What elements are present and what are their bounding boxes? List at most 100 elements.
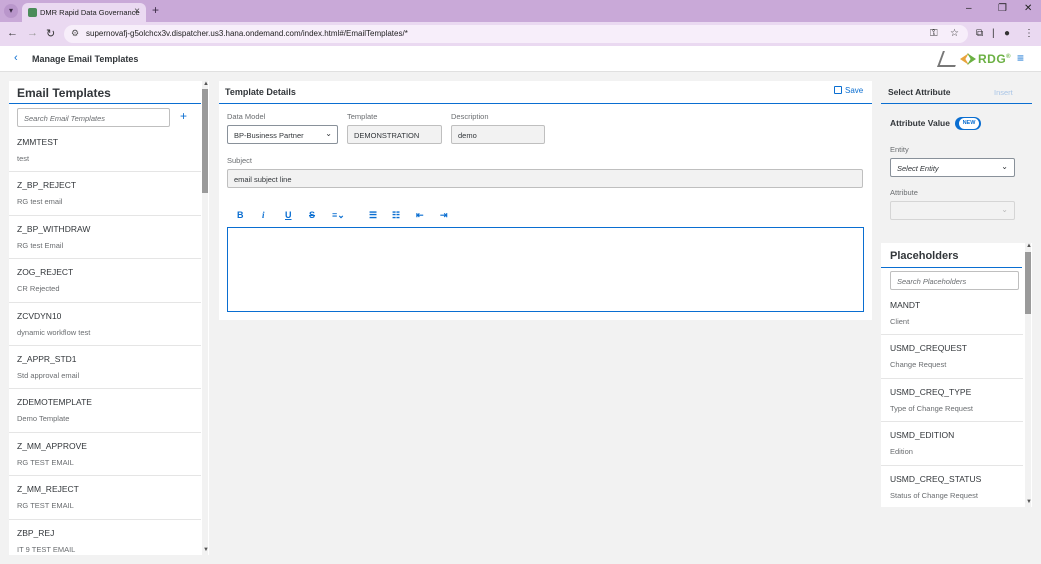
- template-list-item[interactable]: Z_APPR_STD1 Std approval email: [9, 346, 201, 390]
- template-list-item[interactable]: ZMMTEST test: [9, 129, 201, 173]
- template-list-scrollbar[interactable]: [202, 81, 208, 555]
- indent-icon[interactable]: ⇥: [440, 210, 448, 221]
- site-info-icon[interactable]: ⚙: [71, 28, 79, 39]
- template-list-item[interactable]: Z_BP_WITHDRAW RG test Email: [9, 216, 201, 260]
- tab-search-icon[interactable]: ▾: [4, 4, 18, 18]
- data-model-label: Data Model: [227, 112, 266, 121]
- rdg-logo: RDG®: [937, 50, 1014, 68]
- logo-text: RDG®: [978, 52, 1012, 66]
- profile-avatar-icon[interactable]: ●: [1004, 28, 1010, 39]
- underline-icon[interactable]: U: [285, 210, 292, 220]
- text-align-icon[interactable]: ≡⌄: [332, 210, 345, 221]
- favicon-icon: [28, 8, 37, 17]
- browser-menu-icon[interactable]: ⋮: [1024, 28, 1034, 39]
- attribute-value-label: Attribute Value: [890, 118, 950, 128]
- template-list-item-description: RG test Email: [17, 240, 64, 250]
- save-button[interactable]: Save: [834, 86, 863, 95]
- attribute-select[interactable]: ⌄: [890, 201, 1015, 220]
- insert-button[interactable]: Insert: [994, 88, 1013, 97]
- placeholder-list-item-description: Type of Change Request: [890, 403, 973, 413]
- nav-back-icon[interactable]: ‹: [14, 52, 18, 64]
- template-list-item-description: RG TEST EMAIL: [17, 457, 74, 467]
- bold-icon[interactable]: B: [237, 210, 244, 220]
- new-tab-icon[interactable]: +: [152, 3, 159, 17]
- minimize-icon[interactable]: –: [966, 3, 972, 14]
- search-placeholders-input[interactable]: Search Placeholders: [890, 271, 1019, 290]
- template-list-item-description: IT 9 TEST EMAIL: [17, 544, 76, 554]
- scrollbar-thumb[interactable]: [1025, 252, 1031, 314]
- placeholder-list-item-description: Edition: [890, 447, 913, 457]
- template-list-item-name: Z_APPR_STD1: [17, 353, 77, 364]
- bullet-list-icon[interactable]: ☰: [369, 210, 377, 221]
- template-list-item-description: RG test email: [17, 197, 63, 207]
- template-label: Template: [347, 112, 378, 121]
- template-list-item-name: Z_BP_REJECT: [17, 180, 77, 191]
- tab-close-icon[interactable]: ×: [134, 6, 140, 17]
- entity-select[interactable]: Select Entity ⌄: [890, 158, 1015, 177]
- maximize-icon[interactable]: ❐: [998, 3, 1007, 14]
- placeholder-list-item[interactable]: USMD_CREQUEST Change Request: [881, 335, 1023, 379]
- scrollbar-thumb[interactable]: [202, 89, 208, 193]
- placeholder-list-item[interactable]: MANDT Client: [881, 292, 1023, 336]
- attribute-value-toggle[interactable]: NEW: [955, 117, 981, 130]
- numbered-list-icon[interactable]: ☷: [392, 210, 400, 221]
- entity-label: Entity: [890, 145, 909, 154]
- strikethrough-icon[interactable]: S: [309, 210, 315, 220]
- details-title-underline: [219, 103, 872, 104]
- search-templates-input[interactable]: Search Email Templates: [17, 108, 170, 127]
- email-templates-panel: Email Templates Search Email Templates +…: [9, 81, 209, 555]
- template-list-item[interactable]: ZCVDYN10 dynamic workflow test: [9, 303, 201, 346]
- template-list-item-name: Z_MM_APPROVE: [17, 440, 87, 451]
- back-icon[interactable]: ←: [7, 27, 18, 39]
- template-list: ZMMTEST test Z_BP_REJECT RG test email Z_BP_…: [9, 129, 201, 555]
- template-list-item[interactable]: ZDEMOTEMPLATE Demo Template: [9, 389, 201, 433]
- placeholders-panel: Placeholders Search Placeholders MANDT Cl…: [881, 243, 1032, 507]
- template-list-item-name: Z_BP_WITHDRAW: [17, 223, 91, 234]
- template-list-item-name: Z_MM_REJECT: [17, 484, 79, 495]
- subject-label: Subject: [227, 156, 253, 165]
- details-title: Template Details: [225, 87, 296, 97]
- window-close-icon[interactable]: ✕: [1024, 3, 1032, 14]
- reload-icon[interactable]: ↻: [46, 27, 55, 40]
- subject-field[interactable]: email subject line: [227, 169, 863, 188]
- scroll-down-icon[interactable]: ▼: [1026, 499, 1032, 505]
- email-body-editor[interactable]: [227, 227, 864, 312]
- data-model-select[interactable]: BP-Business Partner ⌄: [227, 125, 338, 144]
- scroll-down-icon[interactable]: ▼: [203, 547, 209, 553]
- scroll-up-icon[interactable]: ▲: [203, 81, 209, 87]
- placeholder-list-item[interactable]: USMD_CREQ_STATUS Status of Change Request: [881, 466, 1023, 507]
- placeholder-list-item-description: Change Request: [890, 360, 947, 370]
- template-list-item-description: CR Rejected: [17, 284, 60, 294]
- browser-tab-bar: ▾ DMR Rapid Data Governance × + – ❐ ✕: [0, 0, 1041, 22]
- scroll-up-icon[interactable]: ▲: [1026, 243, 1032, 249]
- address-bar[interactable]: ⚙ supernovafj-g5olchcx3v.dispatcher.us3.…: [64, 25, 968, 43]
- template-list-item[interactable]: Z_MM_APPROVE RG TEST EMAIL: [9, 433, 201, 477]
- tab-title: DMR Rapid Data Governance: [40, 8, 140, 17]
- bookmark-star-icon[interactable]: ☆: [950, 28, 959, 39]
- placeholders-title: Placeholders: [890, 250, 959, 262]
- placeholder-list-scrollbar[interactable]: [1025, 243, 1031, 507]
- description-label: Description: [451, 112, 489, 121]
- hamburger-menu-icon[interactable]: ≡: [1017, 51, 1024, 65]
- template-field[interactable]: DEMONSTRATION: [347, 125, 442, 144]
- template-list-item[interactable]: ZBP_REJ IT 9 TEST EMAIL: [9, 520, 201, 555]
- placeholder-list-item[interactable]: USMD_CREQ_TYPE Type of Change Request: [881, 379, 1023, 423]
- description-field[interactable]: demo: [451, 125, 545, 144]
- placeholder-list-item-name: MANDT: [890, 300, 921, 310]
- template-list-item[interactable]: Z_BP_REJECT RG test email: [9, 172, 201, 216]
- template-list-item-description: dynamic workflow test: [17, 327, 91, 337]
- placeholder-list-item[interactable]: USMD_EDITION Edition: [881, 422, 1023, 466]
- italic-icon[interactable]: i: [262, 210, 265, 220]
- template-list-item[interactable]: ZOG_REJECT CR Rejected: [9, 259, 201, 303]
- forward-icon[interactable]: →: [27, 27, 38, 39]
- password-key-icon[interactable]: ⚿: [930, 28, 938, 39]
- browser-tab[interactable]: DMR Rapid Data Governance ×: [22, 3, 146, 22]
- add-template-button[interactable]: +: [180, 109, 187, 123]
- outdent-icon[interactable]: ⇤: [416, 210, 424, 221]
- template-list-item-name: ZOG_REJECT: [17, 267, 74, 278]
- template-list-item-name: ZCVDYN10: [17, 310, 62, 321]
- extensions-icon[interactable]: ⧉: [976, 28, 983, 39]
- template-list-item[interactable]: Z_MM_REJECT RG TEST EMAIL: [9, 476, 201, 520]
- save-icon: [834, 86, 842, 94]
- placeholder-list-item-name: USMD_CREQ_STATUS: [890, 473, 982, 484]
